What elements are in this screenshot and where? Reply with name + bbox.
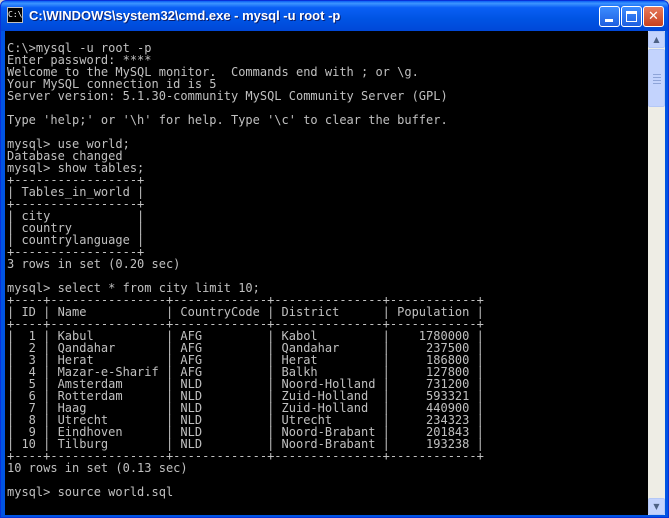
console-line: 10 rows in set (0.13 sec) — [7, 461, 188, 475]
console-line: Server version: 5.1.30-community MySQL C… — [7, 89, 448, 103]
vertical-scrollbar[interactable]: ▲ ▼ — [648, 31, 665, 515]
grip-line-icon — [653, 83, 661, 84]
scroll-thumb[interactable] — [648, 49, 665, 107]
scroll-down-button[interactable]: ▼ — [648, 498, 665, 515]
arrow-down-icon: ▼ — [653, 502, 660, 511]
cmd-icon[interactable]: C:\ — [7, 7, 23, 23]
console-line: Type 'help;' or '\h' for help. Type '\c'… — [7, 113, 448, 127]
close-icon: ✕ — [648, 9, 659, 24]
console-text: C:\>mysql -u root -p Enter password: ***… — [5, 31, 648, 498]
grip-line-icon — [653, 77, 661, 78]
minimize-icon — [605, 19, 613, 22]
console-output[interactable]: C:\>mysql -u root -p Enter password: ***… — [5, 31, 648, 515]
maximize-icon — [626, 11, 637, 22]
cmd-window: C:\ C:\WINDOWS\system32\cmd.exe - mysql … — [0, 0, 669, 518]
scroll-up-button[interactable]: ▲ — [648, 31, 665, 48]
title-bar[interactable]: C:\ C:\WINDOWS\system32\cmd.exe - mysql … — [1, 1, 668, 31]
console-line: mysql> source world.sql — [7, 485, 174, 499]
window-title: C:\WINDOWS\system32\cmd.exe - mysql -u r… — [29, 8, 341, 23]
arrow-up-icon: ▲ — [653, 35, 660, 44]
grip-line-icon — [653, 80, 661, 81]
minimize-button[interactable] — [599, 6, 620, 27]
console-line: 3 rows in set (0.20 sec) — [7, 257, 181, 271]
close-button[interactable]: ✕ — [643, 6, 664, 27]
grip-line-icon — [653, 74, 661, 75]
maximize-button[interactable] — [621, 6, 642, 27]
